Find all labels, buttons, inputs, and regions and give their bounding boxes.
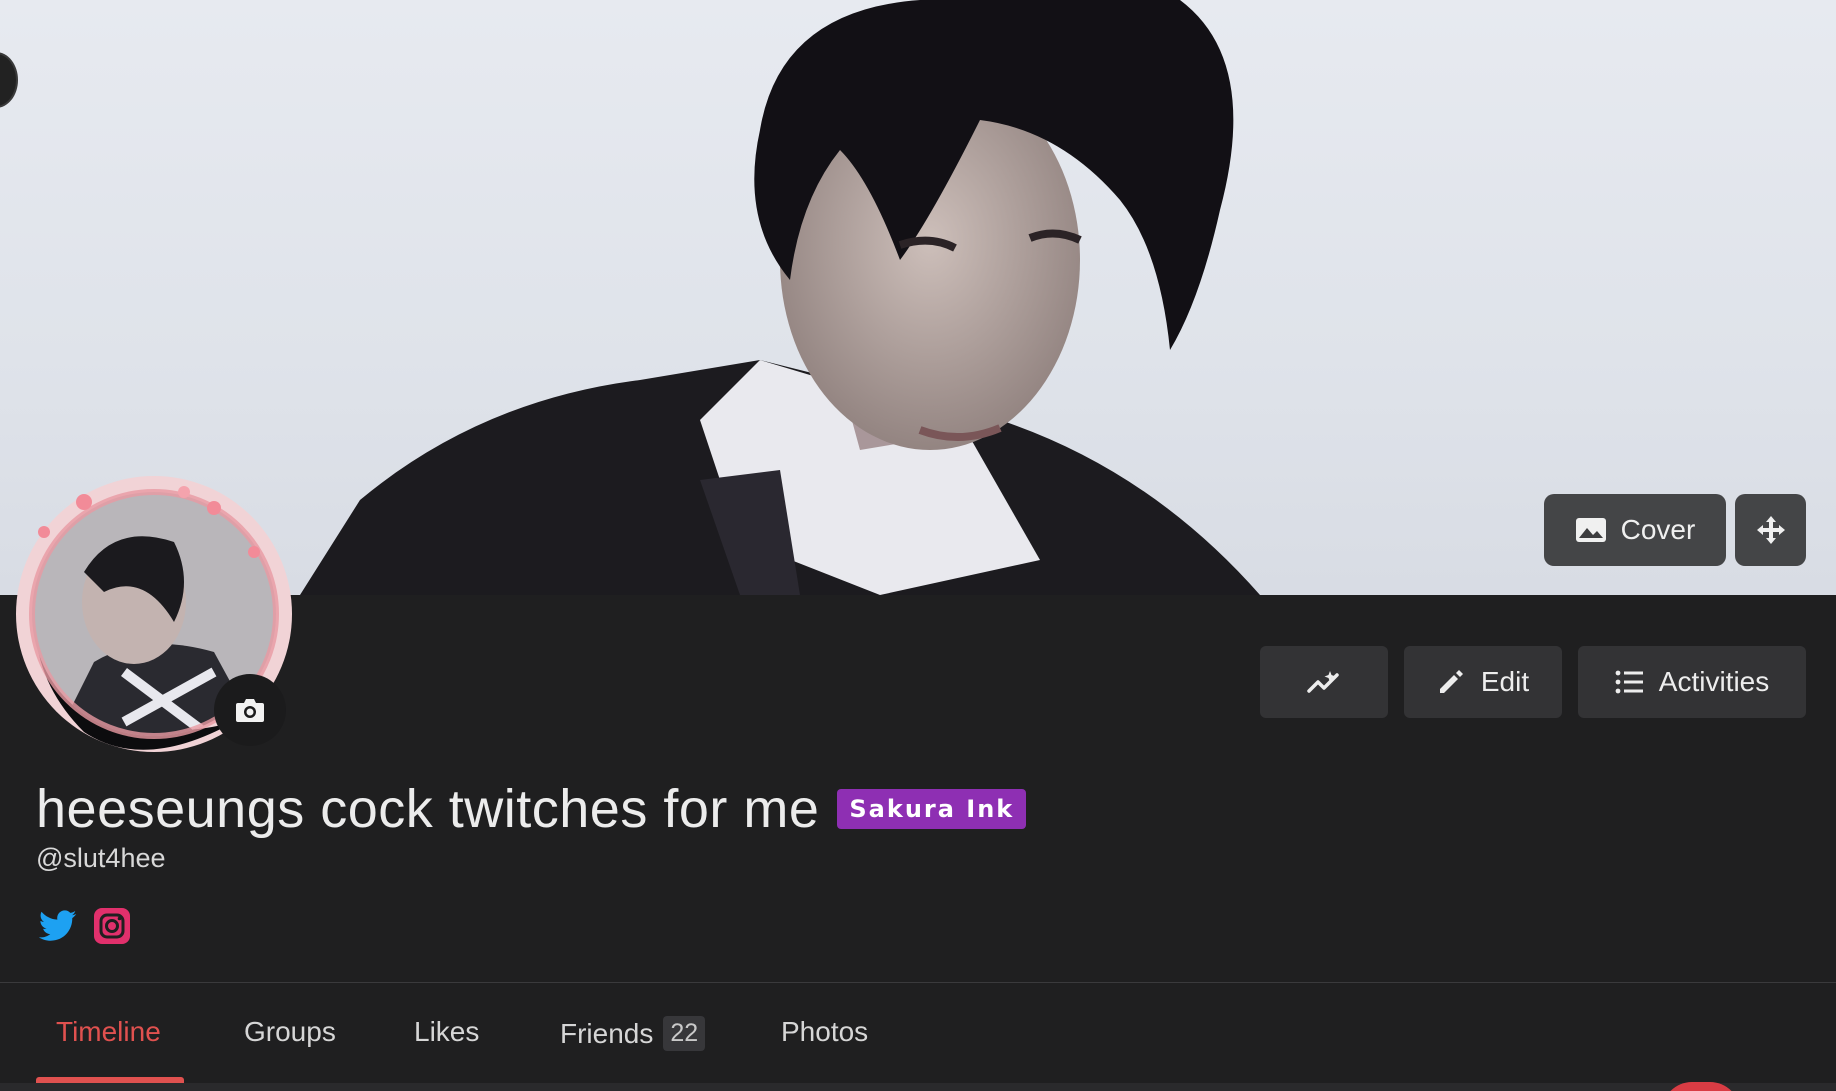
member-badge: Sakura Ink [837, 789, 1027, 829]
edit-profile-button[interactable]: Edit [1404, 646, 1562, 718]
friends-count-badge: 22 [663, 1016, 706, 1051]
tab-photos[interactable]: Photos [781, 1016, 868, 1048]
instagram-icon [94, 908, 130, 944]
tab-timeline[interactable]: Timeline [56, 1016, 161, 1048]
tab-groups[interactable]: Groups [244, 1016, 336, 1048]
list-icon [1615, 670, 1643, 694]
edit-label: Edit [1480, 666, 1530, 697]
twitter-link[interactable] [38, 906, 78, 946]
tab-likes[interactable]: Likes [414, 1016, 479, 1048]
change-cover-button[interactable]: Cover [1544, 494, 1726, 566]
header-divider [0, 982, 1836, 983]
stats-button[interactable] [1260, 646, 1388, 718]
profile-page: Cover Edit Activities heeseungs cock twi… [0, 0, 1836, 1091]
twitter-icon [39, 910, 77, 941]
tab-label: Photos [781, 1016, 869, 1047]
profile-tabs: Timeline Groups Likes Friends 22 Photos [0, 984, 1836, 1084]
tab-label: Likes [414, 1016, 480, 1047]
move-arrows-icon [1756, 516, 1785, 544]
change-cover-label: Cover [1620, 514, 1696, 545]
tab-label: Friends [560, 1017, 654, 1049]
social-links [38, 906, 132, 946]
activities-label: Activities [1658, 666, 1770, 697]
reposition-cover-button[interactable] [1735, 494, 1806, 566]
activities-button[interactable]: Activities [1578, 646, 1806, 718]
pencil-icon [1439, 670, 1463, 693]
camera-icon [236, 699, 264, 722]
tab-label: Timeline [56, 1016, 161, 1047]
content-edge [0, 1083, 1836, 1091]
trending-sparkle-icon [1307, 671, 1339, 693]
profile-name-row: heeseungs cock twitches for me Sakura In… [36, 778, 1027, 840]
image-icon [1575, 518, 1606, 542]
instagram-link[interactable] [92, 906, 132, 946]
username-handle: @slut4hee [36, 843, 166, 873]
tab-label: Groups [244, 1016, 336, 1047]
change-avatar-button[interactable] [214, 674, 286, 746]
tab-friends[interactable]: Friends 22 [560, 1016, 706, 1051]
display-name: heeseungs cock twitches for me [36, 779, 820, 839]
